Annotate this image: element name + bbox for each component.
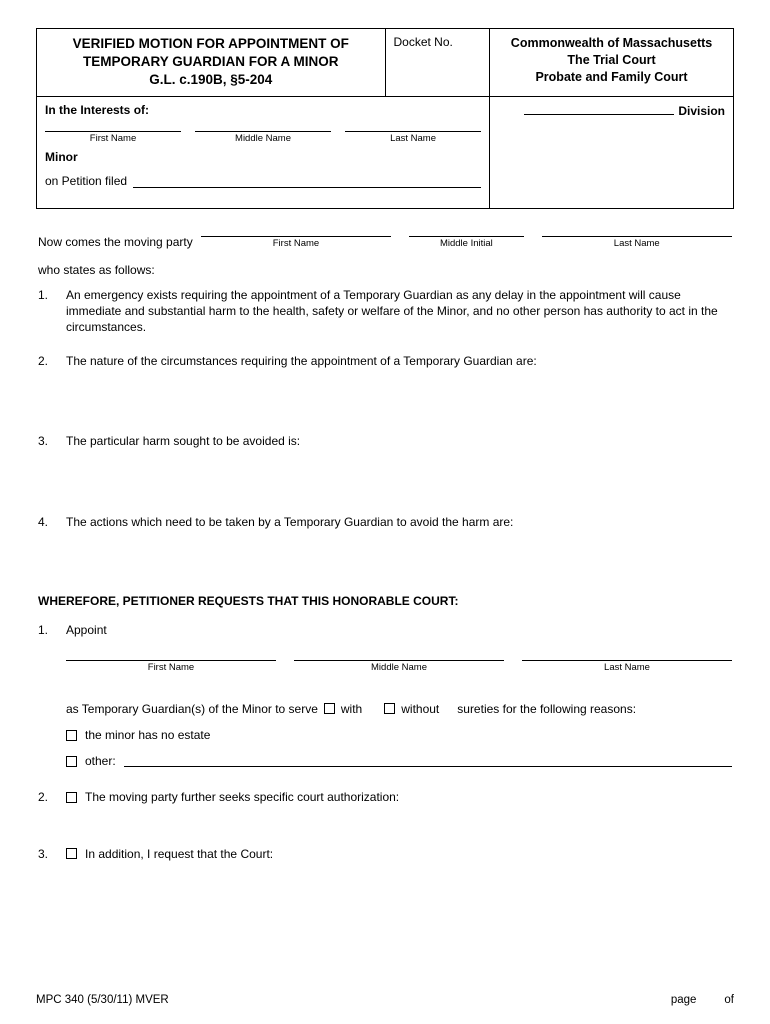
checkbox-request-2[interactable] [66,792,77,803]
appoint-last-caption: Last Name [522,662,732,675]
wherefore-heading: WHEREFORE, PETITIONER REQUESTS THAT THIS… [38,594,732,608]
num-3: 3. [38,433,54,449]
form-id: MPC 340 (5/30/11) MVER [36,994,169,1006]
appoint-last-line[interactable] [522,660,732,661]
petition-row: on Petition filed [45,174,481,188]
minor-middle-caption: Middle Name [195,133,331,144]
requests-list: 1. Appoint First Name Middle Name Last N… [38,622,732,862]
serve-suffix: sureties for the following reasons: [457,701,636,717]
num-2: 2. [38,353,54,369]
title-line-3: G.L. c.190B, §5-204 [45,71,377,89]
title-line-1: VERIFIED MOTION FOR APPOINTMENT OF [45,35,377,53]
footer: MPC 340 (5/30/11) MVER page of [36,994,734,1006]
minor-first-caption: First Name [45,133,181,144]
minor-first-line[interactable] [45,131,181,132]
court-line-3: Probate and Family Court [498,69,725,86]
court-cell: Commonwealth of Massachusetts The Trial … [490,29,734,97]
appoint-middle-line[interactable] [294,660,504,661]
appoint-first-caption: First Name [66,662,276,675]
header-table: VERIFIED MOTION FOR APPOINTMENT OF TEMPO… [36,28,734,209]
statement-3: The particular harm sought to be avoided… [66,433,732,449]
req-num-3: 3. [38,846,54,862]
without-label: without [401,701,439,717]
with-label: with [341,701,362,717]
req-num-1: 1. [38,622,54,770]
division-label: Division [678,104,725,118]
form-title-cell: VERIFIED MOTION FOR APPOINTMENT OF TEMPO… [37,29,386,97]
reason-noestate-row: the minor has no estate [66,727,732,743]
appoint-middle-caption: Middle Name [294,662,504,675]
title-line-2: TEMPORARY GUARDIAN FOR A MINOR [45,53,377,71]
checkbox-other[interactable] [66,756,77,767]
num-1: 1. [38,287,54,336]
reason-other-row: other: [66,753,732,769]
minor-last-caption: Last Name [345,133,481,144]
moving-last-line[interactable] [542,223,732,237]
docket-cell: Docket No. [385,29,490,97]
minor-last-line[interactable] [345,131,481,132]
request-2-text: The moving party further seeks specific … [85,789,399,805]
court-line-2: The Trial Court [498,52,725,69]
division-cell: Division [490,96,734,208]
moving-first-line[interactable] [201,223,391,237]
page-label: page [671,994,697,1006]
moving-first-caption: First Name [201,238,391,249]
appoint-name-row: First Name Middle Name Last Name [66,660,732,675]
follows-text: who states as follows: [38,263,732,277]
minor-label: Minor [45,150,481,164]
statements-list: 1. An emergency exists requiring the app… [38,287,732,530]
statement-4: The actions which need to be taken by a … [66,514,732,530]
checkbox-without[interactable] [384,703,395,714]
moving-middle-caption: Middle Initial [409,238,523,249]
checkbox-with[interactable] [324,703,335,714]
num-4: 4. [38,514,54,530]
reason-noestate: the minor has no estate [85,727,210,743]
interest-cell: In the Interests of: First Name Middle N… [37,96,490,208]
req-num-2: 2. [38,789,54,805]
appoint-label: Appoint [66,622,732,638]
petition-date-line[interactable] [133,174,481,188]
petition-label: on Petition filed [45,174,127,188]
of-label: of [724,994,734,1006]
moving-last-caption: Last Name [542,238,732,249]
body-block: Now comes the moving party First Name Mi… [36,223,734,862]
checkbox-noestate[interactable] [66,730,77,741]
statement-2: The nature of the circumstances requirin… [66,353,732,369]
moving-middle-line[interactable] [409,223,523,237]
reason-other-label: other: [85,753,116,769]
docket-label: Docket No. [394,35,453,49]
reason-other-line[interactable] [124,755,732,767]
checkbox-request-3[interactable] [66,848,77,859]
statement-1: An emergency exists requiring the appoin… [66,287,732,336]
minor-name-row: First Name Middle Name Last Name [45,131,481,144]
serve-prefix: as Temporary Guardian(s) of the Minor to… [66,701,318,717]
moving-party-row: Now comes the moving party First Name Mi… [38,223,732,249]
moving-intro: Now comes the moving party [38,235,193,249]
minor-middle-line[interactable] [195,131,331,132]
interest-label: In the Interests of: [45,103,481,117]
court-line-1: Commonwealth of Massachusetts [498,35,725,52]
request-3-text: In addition, I request that the Court: [85,846,273,862]
division-line[interactable] [524,103,674,115]
appoint-first-line[interactable] [66,660,276,661]
serve-row: as Temporary Guardian(s) of the Minor to… [66,701,732,717]
